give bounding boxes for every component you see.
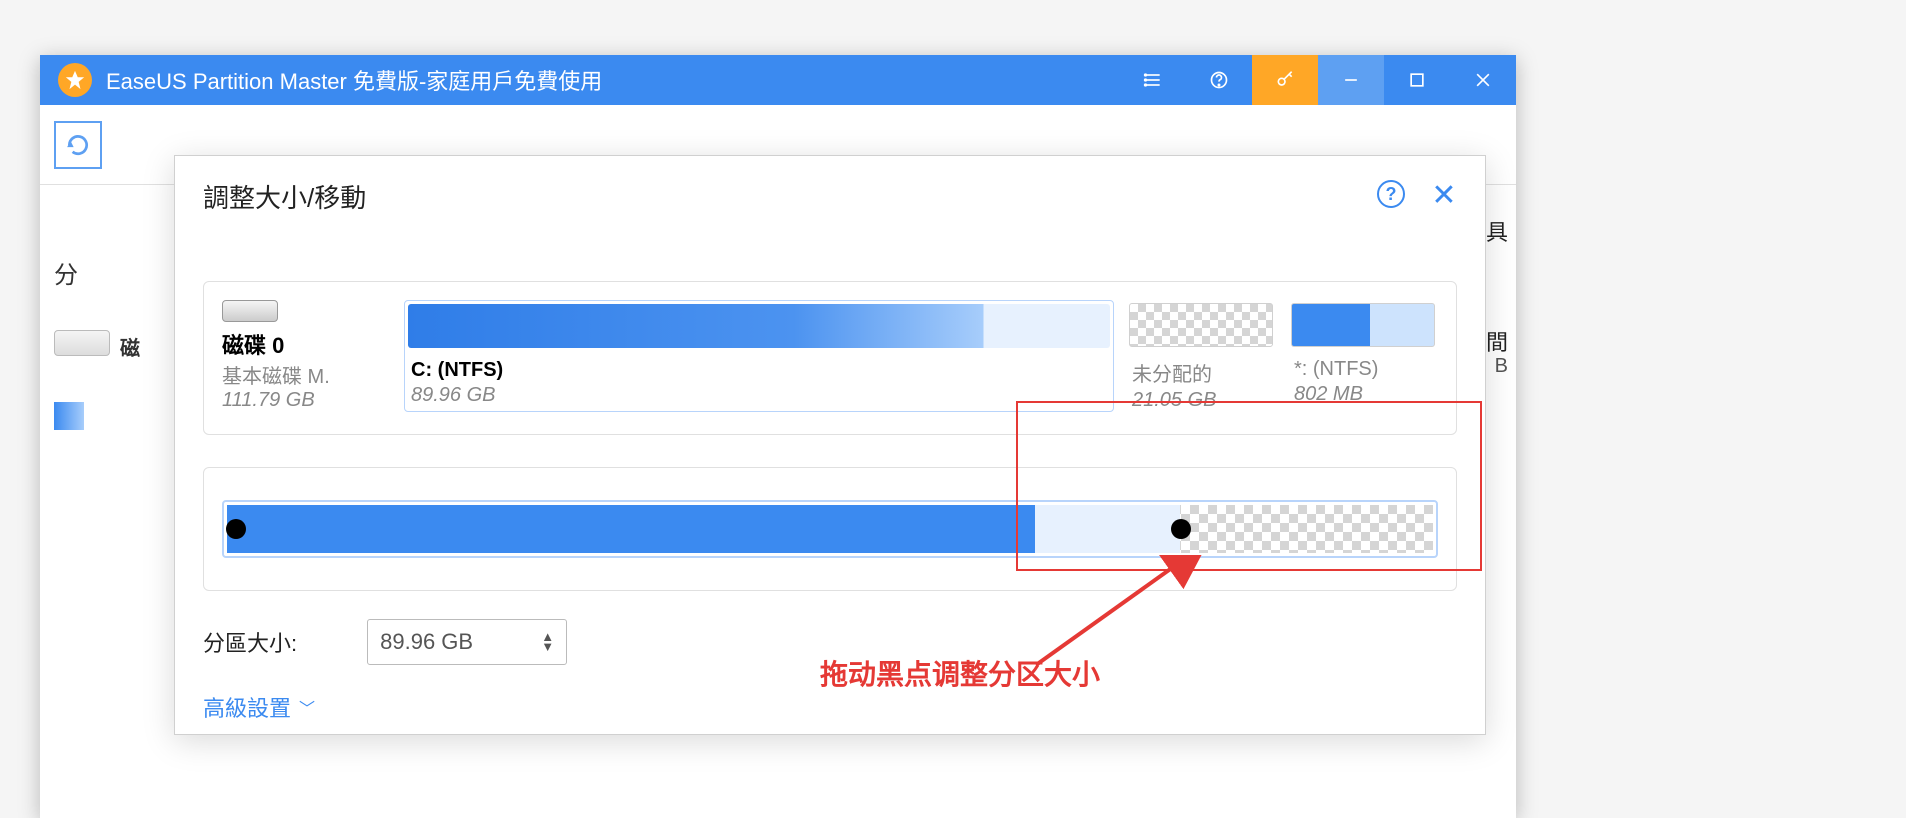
partition-c-size: 89.96 GB xyxy=(411,384,1113,407)
advanced-settings-link[interactable]: 高級設置 ﹀ xyxy=(203,691,315,723)
resize-bar-used xyxy=(227,505,1035,553)
size-value: 89.96 GB xyxy=(380,629,473,655)
right-label-b: B xyxy=(1495,355,1508,378)
refresh-button[interactable] xyxy=(54,121,102,169)
spinner-down-icon[interactable]: ▼ xyxy=(541,643,554,651)
disk-map: 磁碟 0 基本磁碟 M. 111.79 GB C: (NTFS) 89.96 G… xyxy=(203,281,1457,435)
list-icon[interactable] xyxy=(1120,55,1186,105)
right-label-time: 間 xyxy=(1486,325,1508,357)
partition-c[interactable]: C: (NTFS) 89.96 GB xyxy=(404,300,1114,412)
sidebar-partition-stripe xyxy=(54,402,84,430)
partition-unallocated-size: 21.05 GB xyxy=(1132,389,1276,412)
spinner-arrows[interactable]: ▲ ▼ xyxy=(541,633,554,651)
partition-star-size: 802 MB xyxy=(1294,383,1438,406)
size-label: 分區大小: xyxy=(203,626,297,658)
resize-handle-right[interactable] xyxy=(1171,519,1191,539)
app-window: EaseUS Partition Master 免費版-家庭用戶免費使用 分 xyxy=(40,55,1516,818)
size-spinner[interactable]: 89.96 GB ▲ ▼ xyxy=(367,619,567,665)
disk-icon xyxy=(54,330,110,356)
partition-unallocated[interactable]: 未分配的 21.05 GB xyxy=(1126,300,1276,412)
titlebar: EaseUS Partition Master 免費版-家庭用戶免費使用 xyxy=(40,55,1516,105)
resize-bar[interactable] xyxy=(222,500,1438,558)
disk-info: 磁碟 0 基本磁碟 M. 111.79 GB xyxy=(222,300,392,412)
partition-star-bar xyxy=(1291,303,1435,347)
maximize-button[interactable] xyxy=(1384,55,1450,105)
app-title: EaseUS Partition Master 免費版-家庭用戶免費使用 xyxy=(106,64,602,96)
minimize-button[interactable] xyxy=(1318,55,1384,105)
key-icon[interactable] xyxy=(1252,55,1318,105)
close-button[interactable] xyxy=(1450,55,1516,105)
resize-handle-left[interactable] xyxy=(226,519,246,539)
help-icon[interactable] xyxy=(1186,55,1252,105)
dialog-help-icon[interactable]: ? xyxy=(1377,180,1405,208)
disk-sub: 基本磁碟 M. xyxy=(222,360,392,389)
resize-dialog: 調整大小/移動 ? ✕ 磁碟 0 基本磁碟 M. 111.79 GB C: (N… xyxy=(174,155,1486,735)
right-label-tool: 具 xyxy=(1486,215,1508,247)
sidebar: 分 磁 xyxy=(54,255,164,430)
sidebar-heading-trunc: 分 xyxy=(54,255,164,290)
partition-unallocated-bar xyxy=(1129,303,1273,347)
resize-area xyxy=(203,467,1457,591)
partition-c-name: C: (NTFS) xyxy=(411,359,1113,382)
dialog-close-button[interactable]: ✕ xyxy=(1427,178,1461,212)
partition-c-bar xyxy=(408,304,1110,348)
chevron-down-icon: ﹀ xyxy=(299,695,315,719)
sidebar-disk-label: 磁 xyxy=(120,332,140,361)
partition-star-name: *: (NTFS) xyxy=(1294,358,1438,381)
resize-bar-free xyxy=(1035,505,1180,553)
app-logo-icon xyxy=(58,63,92,97)
dialog-title: 調整大小/移動 xyxy=(203,178,1457,215)
hdd-icon xyxy=(222,300,278,322)
partition-star[interactable]: *: (NTFS) 802 MB xyxy=(1288,300,1438,412)
disk-size: 111.79 GB xyxy=(222,389,392,412)
advanced-settings-label: 高級設置 xyxy=(203,691,291,723)
size-row: 分區大小: 89.96 GB ▲ ▼ xyxy=(203,619,1457,665)
disk-name: 磁碟 0 xyxy=(222,328,392,360)
partition-unallocated-name: 未分配的 xyxy=(1132,358,1276,387)
